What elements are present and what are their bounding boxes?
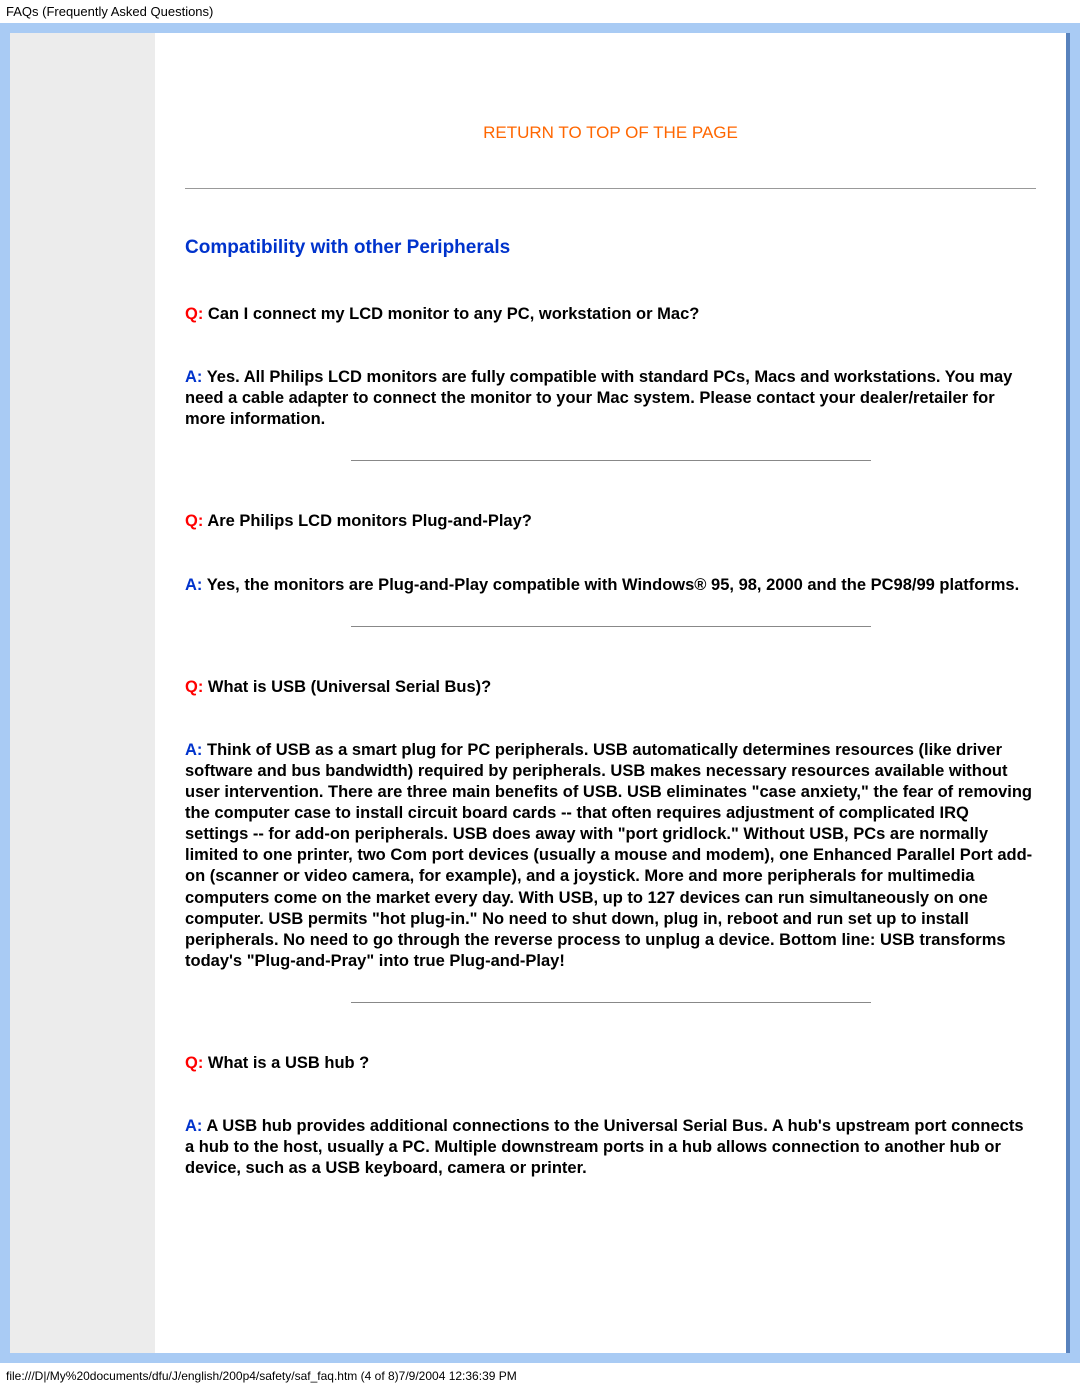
- q-prefix: Q:: [185, 305, 203, 323]
- faq-answer: A: A USB hub provides additional connect…: [185, 1116, 1036, 1179]
- return-to-top-link[interactable]: RETURN TO TOP OF THE PAGE: [185, 123, 1036, 143]
- answer-text: Yes, the monitors are Plug-and-Play comp…: [202, 576, 1019, 594]
- question-text: Can I connect my LCD monitor to any PC, …: [203, 305, 699, 323]
- q-prefix: Q:: [185, 1054, 203, 1072]
- faq-question: Q: What is USB (Universal Serial Bus)?: [185, 677, 1036, 698]
- a-prefix: A:: [185, 368, 202, 386]
- faq-item: Q: Can I connect my LCD monitor to any P…: [185, 304, 1036, 430]
- answer-text: A USB hub provides additional connection…: [185, 1117, 1024, 1177]
- faq-item: Q: What is USB (Universal Serial Bus)? A…: [185, 677, 1036, 972]
- left-sidebar: [10, 33, 155, 1353]
- question-text: What is a USB hub ?: [203, 1054, 369, 1072]
- faq-answer: A: Yes. All Philips LCD monitors are ful…: [185, 367, 1036, 430]
- q-prefix: Q:: [185, 512, 203, 530]
- answer-text: Yes. All Philips LCD monitors are fully …: [185, 368, 1012, 428]
- outer-frame: RETURN TO TOP OF THE PAGE Compatibility …: [0, 23, 1080, 1363]
- page-header-title: FAQs (Frequently Asked Questions): [0, 0, 1080, 23]
- footer-file-path: file:///D|/My%20documents/dfu/J/english/…: [0, 1363, 1080, 1389]
- faq-question: Q: Are Philips LCD monitors Plug-and-Pla…: [185, 511, 1036, 532]
- faq-answer: A: Yes, the monitors are Plug-and-Play c…: [185, 575, 1036, 596]
- answer-text: Think of USB as a smart plug for PC peri…: [185, 741, 1032, 970]
- faq-divider: [351, 626, 871, 627]
- faq-question: Q: What is a USB hub ?: [185, 1053, 1036, 1074]
- a-prefix: A:: [185, 576, 202, 594]
- faq-divider: [351, 460, 871, 461]
- a-prefix: A:: [185, 1117, 202, 1135]
- question-text: What is USB (Universal Serial Bus)?: [203, 678, 491, 696]
- main-panel: RETURN TO TOP OF THE PAGE Compatibility …: [10, 33, 1070, 1353]
- section-divider: [185, 188, 1036, 189]
- question-text: Are Philips LCD monitors Plug-and-Play?: [203, 512, 532, 530]
- faq-item: Q: What is a USB hub ? A: A USB hub prov…: [185, 1053, 1036, 1179]
- faq-answer: A: Think of USB as a smart plug for PC p…: [185, 740, 1036, 972]
- faq-divider: [351, 1002, 871, 1003]
- q-prefix: Q:: [185, 678, 203, 696]
- content-area: RETURN TO TOP OF THE PAGE Compatibility …: [155, 33, 1066, 1353]
- faq-question: Q: Can I connect my LCD monitor to any P…: [185, 304, 1036, 325]
- faq-item: Q: Are Philips LCD monitors Plug-and-Pla…: [185, 511, 1036, 595]
- a-prefix: A:: [185, 741, 202, 759]
- section-title: Compatibility with other Peripherals: [185, 237, 1036, 259]
